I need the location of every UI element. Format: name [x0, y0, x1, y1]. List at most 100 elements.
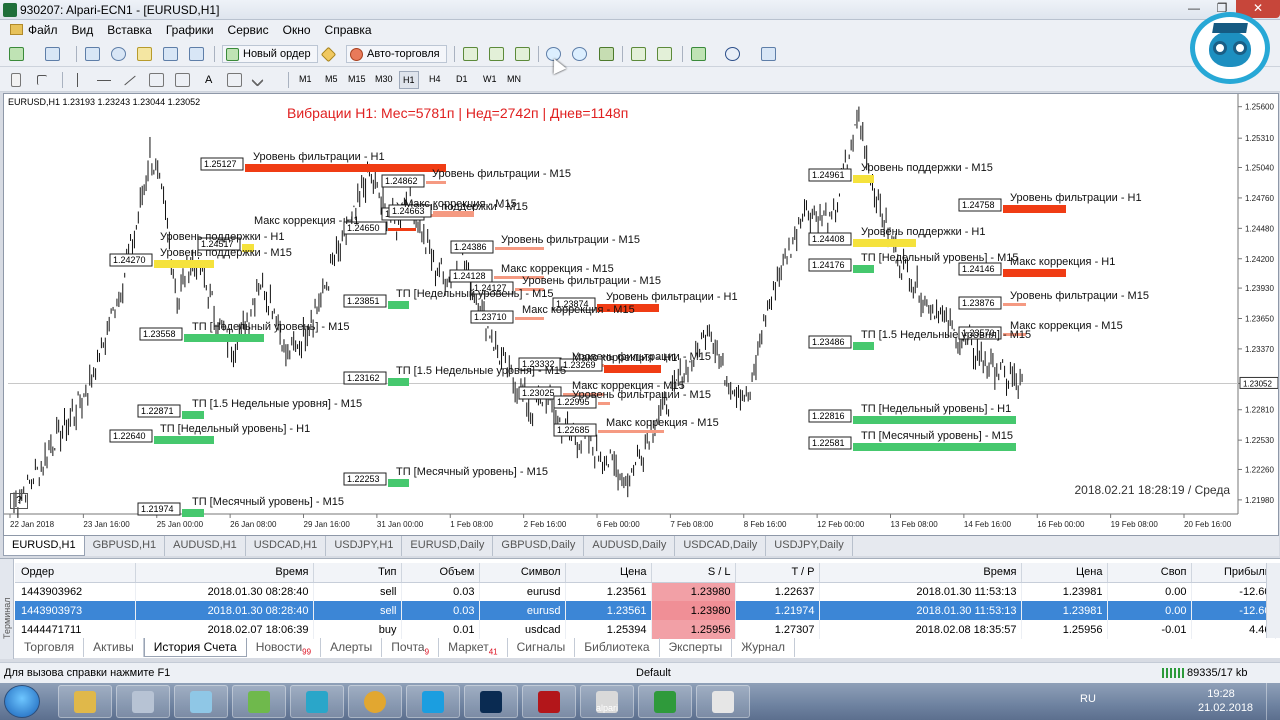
- tile-windows-icon[interactable]: [598, 45, 615, 63]
- arrows-tool-icon[interactable]: [251, 71, 264, 89]
- crosshair-tool-icon[interactable]: [36, 71, 48, 89]
- symbol-tab[interactable]: USDCAD,Daily: [675, 536, 767, 556]
- system-clock[interactable]: 19:28 21.02.2018: [1198, 687, 1253, 715]
- templates-icon[interactable]: [760, 45, 777, 63]
- navigator-icon[interactable]: [136, 45, 153, 63]
- auto-trading-button[interactable]: Авто-торговля: [346, 45, 447, 63]
- menu-file[interactable]: Файл: [6, 20, 65, 41]
- help-button[interactable]: ?: [10, 493, 28, 509]
- zoom-out-icon[interactable]: [571, 45, 588, 63]
- symbol-tab[interactable]: GBPUSD,H1: [85, 536, 166, 556]
- menu-insert[interactable]: Вставка: [100, 20, 159, 41]
- language-indicator[interactable]: RU: [1080, 693, 1096, 705]
- bar-chart-icon[interactable]: [462, 45, 479, 63]
- line-chart-icon[interactable]: [514, 45, 531, 63]
- profiles-icon[interactable]: [44, 45, 61, 63]
- market-watch-icon[interactable]: [84, 45, 101, 63]
- terminal-tab[interactable]: Торговля: [15, 638, 85, 657]
- taskbar-camtasia-green-icon[interactable]: [638, 685, 692, 718]
- column-header[interactable]: Цена: [565, 563, 652, 583]
- terminal-tab[interactable]: Эксперты: [660, 638, 733, 657]
- trend-line-icon[interactable]: [122, 71, 138, 89]
- label-tool-icon[interactable]: [226, 71, 243, 89]
- column-header[interactable]: Время: [819, 563, 1022, 583]
- taskbar-chrome-icon[interactable]: [348, 685, 402, 718]
- chart-shift-icon[interactable]: [656, 45, 673, 63]
- symbol-tab[interactable]: GBPUSD,Daily: [493, 536, 585, 556]
- taskbar-camtasia-white-icon[interactable]: [696, 685, 750, 718]
- chart-window[interactable]: 1.25600 1.25310 1.25040 1.24760 1.24480 1.242…: [3, 93, 1279, 536]
- show-desktop-button[interactable]: [1266, 683, 1280, 720]
- symbol-tab[interactable]: USDCAD,H1: [246, 536, 327, 556]
- symbol-tab[interactable]: USDJPY,H1: [326, 536, 403, 556]
- tf-mn[interactable]: MN: [504, 71, 524, 87]
- column-header[interactable]: Цена: [1021, 563, 1108, 583]
- terminal-tab[interactable]: Маркет41: [439, 638, 508, 657]
- new-chart-icon[interactable]: [8, 45, 25, 63]
- cursor-tool-icon[interactable]: [10, 71, 22, 89]
- column-header[interactable]: T / P: [735, 563, 820, 583]
- menu-charts[interactable]: Графики: [159, 20, 221, 41]
- tf-h4[interactable]: H4: [426, 71, 444, 87]
- column-header[interactable]: Объем: [401, 563, 480, 583]
- status-profile[interactable]: Default: [636, 667, 671, 679]
- periods-clock-icon[interactable]: [724, 45, 741, 63]
- data-window-icon[interactable]: [110, 45, 127, 63]
- tf-h1[interactable]: H1: [399, 71, 419, 89]
- taskbar-notes-icon[interactable]: [174, 685, 228, 718]
- terminal-tab[interactable]: Библиотека: [575, 638, 660, 657]
- tf-d1[interactable]: D1: [453, 71, 471, 87]
- fibo-icon[interactable]: [174, 71, 191, 89]
- vertical-line-icon[interactable]: [70, 71, 79, 89]
- terminal-tab[interactable]: Сигналы: [508, 638, 576, 657]
- menu-tools[interactable]: Сервис: [221, 20, 276, 41]
- terminal-tab[interactable]: Алерты: [321, 638, 383, 657]
- candlestick-icon[interactable]: [488, 45, 505, 63]
- taskbar-filezilla-icon[interactable]: [522, 685, 576, 718]
- table-row[interactable]: 1444471711 2018.02.07 18:06:39 buy 0.01 usdc…: [15, 620, 1276, 639]
- tf-m1[interactable]: M1: [296, 71, 315, 87]
- metaeditor-icon[interactable]: [320, 45, 337, 63]
- taskbar-calculator-icon[interactable]: [116, 685, 170, 718]
- symbol-tab[interactable]: AUDUSD,H1: [165, 536, 246, 556]
- taskbar-skype-icon[interactable]: [406, 685, 460, 718]
- terminal-tab[interactable]: Почта9: [382, 638, 440, 657]
- tester-icon[interactable]: [188, 45, 205, 63]
- column-header[interactable]: S / L: [651, 563, 736, 583]
- taskbar-photoshop-icon[interactable]: [464, 685, 518, 718]
- menu-help[interactable]: Справка: [318, 20, 379, 41]
- taskbar-phone-icon[interactable]: [290, 685, 344, 718]
- symbol-tab[interactable]: AUDUSD,Daily: [584, 536, 676, 556]
- price-chart[interactable]: 1.25600 1.25310 1.25040 1.24760 1.24480 1.242…: [4, 94, 1278, 535]
- terminal-icon[interactable]: [162, 45, 179, 63]
- tf-m30[interactable]: M30: [372, 71, 396, 87]
- menu-window[interactable]: Окно: [276, 20, 318, 41]
- terminal-tab[interactable]: Новости99: [247, 638, 322, 657]
- auto-scroll-icon[interactable]: [630, 45, 647, 63]
- terminal-tab[interactable]: История Счета: [143, 638, 247, 657]
- menu-view[interactable]: Вид: [65, 20, 101, 41]
- tf-m15[interactable]: M15: [345, 71, 369, 87]
- terminal-tab[interactable]: Журнал: [732, 638, 796, 657]
- column-header[interactable]: Ордер: [15, 563, 136, 583]
- terminal-tab[interactable]: Активы: [84, 638, 144, 657]
- taskbar-alpari-icon[interactable]: alpari: [580, 685, 634, 718]
- minimize-button[interactable]: —: [1180, 0, 1208, 18]
- horizontal-line-icon[interactable]: [96, 71, 112, 89]
- table-row[interactable]: 1443903962 2018.01.30 08:28:40 sell 0.03 eur…: [15, 582, 1276, 601]
- taskbar-file-manager-icon[interactable]: [58, 685, 112, 718]
- symbol-tab[interactable]: EURUSD,Daily: [402, 536, 494, 556]
- column-header[interactable]: Своп: [1107, 563, 1192, 583]
- table-row[interactable]: 1443903973 2018.01.30 08:28:40 sell 0.03 eur…: [15, 601, 1276, 620]
- text-tool-icon[interactable]: A: [200, 71, 213, 89]
- channel-icon[interactable]: [148, 71, 165, 89]
- column-header[interactable]: Время: [135, 563, 314, 583]
- tf-w1[interactable]: W1: [480, 71, 500, 87]
- terminal-scrollbar[interactable]: [1266, 563, 1280, 638]
- column-header[interactable]: Тип: [313, 563, 402, 583]
- start-button[interactable]: [4, 685, 40, 718]
- tf-m5[interactable]: M5: [322, 71, 341, 87]
- symbol-tab[interactable]: EURUSD,H1: [3, 536, 85, 556]
- column-header[interactable]: Символ: [479, 563, 566, 583]
- taskbar-chart-app-icon[interactable]: [232, 685, 286, 718]
